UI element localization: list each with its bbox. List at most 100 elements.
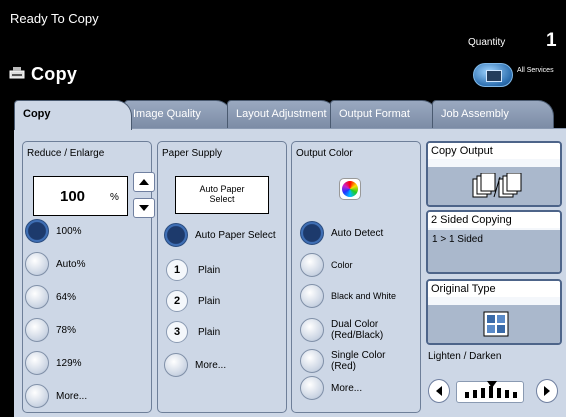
photo-text-icon [483, 311, 509, 337]
paper-supply-panel: Paper Supply Auto Paper Select Auto Pape… [157, 141, 287, 413]
output-color-title: Output Color [296, 148, 353, 159]
option-label: Color [331, 259, 353, 270]
radio-icon [25, 252, 49, 276]
output-color-panel: Output Color Auto Detect Color Black and… [291, 141, 421, 413]
paper-tray-3[interactable]: 3 Plain [166, 321, 220, 343]
two-sided-value-area: 1 > 1 Sided [428, 230, 560, 272]
down-arrow-icon [139, 205, 149, 211]
two-sided-title: 2 Sided Copying [428, 212, 560, 228]
radio-icon [25, 318, 49, 342]
quantity-label: Quantity [468, 37, 506, 48]
increase-button[interactable] [133, 172, 155, 192]
reduce-option-64[interactable]: 64% [25, 285, 76, 309]
reduce-option-more[interactable]: More... [25, 384, 87, 408]
tab-output-format[interactable]: Output Format [330, 100, 438, 128]
lighten-darken-label: Lighten / Darken [428, 351, 502, 362]
reduce-option-129[interactable]: 129% [25, 351, 82, 375]
right-arrow-icon [544, 386, 550, 396]
title-bar: Copy All Services [0, 58, 566, 98]
option-label-line2: (Red/Black) [331, 330, 384, 341]
lighten-button[interactable] [428, 379, 450, 403]
option-label: More... [195, 359, 227, 371]
up-arrow-icon [139, 179, 149, 185]
radio-icon [164, 353, 188, 377]
tray-number: 1 [166, 259, 188, 281]
tab-image-quality[interactable]: Image Quality [124, 100, 232, 128]
paper-supply-title: Paper Supply [162, 148, 223, 159]
all-services-label: All Services [517, 67, 554, 74]
option-label: 100% [56, 225, 82, 237]
decrease-button[interactable] [133, 198, 155, 218]
option-label-line1: Dual Color [331, 319, 379, 330]
reduce-option-auto[interactable]: Auto% [25, 252, 85, 276]
paper-tray-1[interactable]: 1 Plain [166, 259, 220, 281]
tab-copy[interactable]: Copy [14, 100, 132, 130]
radio-selected-icon [25, 219, 49, 243]
collated-copies-icon [472, 173, 522, 198]
lighten-darken-control [426, 377, 562, 407]
quantity-value[interactable]: 1 [546, 30, 557, 52]
radio-selected-icon [300, 221, 324, 245]
all-services-button[interactable] [473, 63, 513, 87]
auto-paper-line2: Select [209, 194, 235, 204]
option-label: Auto Paper Select [195, 229, 276, 241]
tray-label: Plain [198, 295, 221, 307]
tray-label: Plain [198, 264, 221, 276]
color-option-dual-color[interactable]: Dual Color (Red/Black) [300, 318, 383, 342]
reduce-enlarge-value-box[interactable]: 100 % [33, 176, 128, 216]
color-wheel-icon [339, 178, 361, 200]
option-label: Single Color (Red) [331, 350, 385, 372]
option-label: More... [56, 390, 88, 402]
original-type-button[interactable]: Original Type [426, 279, 562, 345]
option-label-line1: Single Color [331, 350, 386, 361]
left-arrow-icon [436, 386, 442, 396]
auto-paper-select-box[interactable]: Auto Paper Select [175, 176, 269, 214]
reduce-option-78[interactable]: 78% [25, 318, 76, 342]
radio-icon [300, 284, 324, 308]
two-sided-copying-button[interactable]: 2 Sided Copying 1 > 1 Sided [426, 210, 562, 274]
option-label: Black and White [331, 290, 397, 301]
option-label-line2: (Red) [331, 361, 357, 372]
reduce-enlarge-panel: Reduce / Enlarge 100 % 100% Auto% 64% 78… [22, 141, 155, 413]
color-option-more[interactable]: More... [300, 376, 362, 400]
reduce-option-100[interactable]: 100% [25, 219, 82, 243]
tab-job-assembly[interactable]: Job Assembly [432, 100, 554, 128]
darken-button[interactable] [536, 379, 558, 403]
copy-output-button[interactable]: Copy Output [426, 141, 562, 207]
option-label: Dual Color (Red/Black) [331, 319, 383, 341]
machine-status: Ready To Copy [10, 11, 99, 26]
copy-tab-content: Reduce / Enlarge 100 % 100% Auto% 64% 78… [14, 128, 566, 417]
option-label: 129% [56, 357, 82, 369]
original-type-title: Original Type [428, 281, 560, 297]
reduce-enlarge-value: 100 [60, 188, 86, 205]
tab-strip: Copy Image Quality Layout Adjustment Out… [14, 100, 566, 130]
radio-selected-icon [164, 223, 188, 247]
lighten-darken-scale[interactable] [456, 381, 524, 403]
radio-icon [25, 384, 49, 408]
tray-number: 3 [166, 321, 188, 343]
services-icon [486, 70, 502, 82]
radio-icon [300, 349, 324, 373]
radio-icon [300, 253, 324, 277]
status-bar: Ready To Copy Quantity 1 [0, 0, 566, 58]
color-option-auto-detect[interactable]: Auto Detect [300, 221, 383, 245]
option-label: More... [331, 382, 363, 394]
option-label: Auto% [56, 258, 86, 270]
copy-output-title: Copy Output [428, 143, 560, 159]
original-type-preview [428, 305, 560, 343]
color-option-color[interactable]: Color [300, 253, 353, 277]
color-option-single-color[interactable]: Single Color (Red) [300, 349, 385, 373]
reduce-enlarge-title: Reduce / Enlarge [27, 148, 105, 159]
radio-icon [300, 318, 324, 342]
two-sided-value: 1 > 1 Sided [432, 234, 483, 245]
copy-output-preview [428, 167, 560, 205]
tray-number: 2 [166, 290, 188, 312]
option-label: 78% [56, 324, 77, 336]
tray-label: Plain [198, 326, 221, 338]
paper-option-more[interactable]: More... [164, 353, 226, 377]
option-label: 64% [56, 291, 77, 303]
color-option-black-white[interactable]: Black and White [300, 284, 396, 308]
tab-layout-adjustment[interactable]: Layout Adjustment [227, 100, 337, 128]
paper-tray-2[interactable]: 2 Plain [166, 290, 220, 312]
paper-option-auto[interactable]: Auto Paper Select [164, 223, 276, 247]
